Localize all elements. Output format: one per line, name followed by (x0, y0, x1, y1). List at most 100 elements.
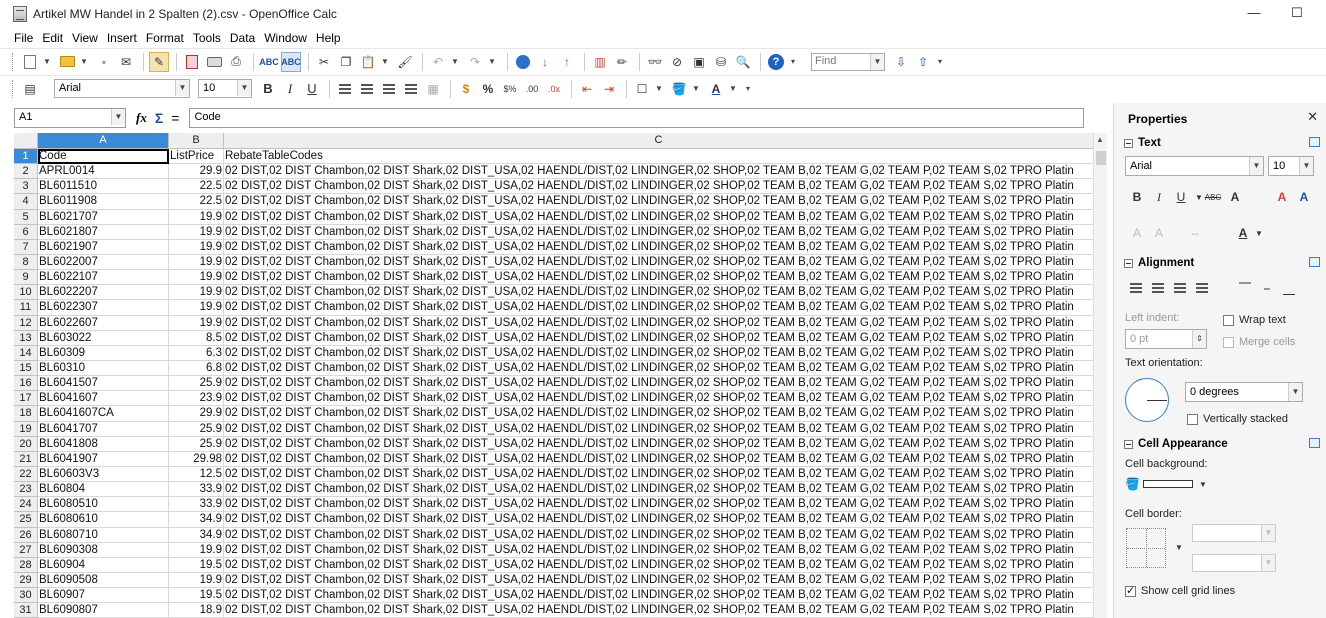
cell-rebate-codes[interactable]: 02 DIST,02 DIST Chambon,02 DIST Shark,02… (224, 254, 1094, 271)
scroll-up-icon[interactable]: ▲ (1096, 135, 1104, 144)
find-previous-button[interactable]: ⇧ (913, 52, 933, 72)
toolbar-grip[interactable] (12, 79, 15, 98)
decrease-indent-button[interactable]: ⇤ (577, 79, 597, 99)
select-all-corner[interactable] (14, 133, 38, 149)
cell-list-price[interactable]: 18.9 (169, 603, 224, 618)
sum-icon[interactable]: Σ (155, 110, 163, 126)
menu-window[interactable]: Window (264, 31, 307, 45)
styles-button[interactable]: ▤ (20, 79, 40, 99)
cell-code[interactable]: BL6021807 (38, 224, 169, 240)
row-header[interactable]: 7 (14, 239, 38, 255)
function-wizard-icon[interactable]: fx (136, 110, 147, 126)
cell-rebate-codes[interactable]: 02 DIST,02 DIST Chambon,02 DIST Shark,02… (224, 497, 1094, 513)
cell-a1[interactable]: Code (38, 149, 169, 165)
copy-button[interactable]: ❐ (336, 52, 356, 72)
cut-button[interactable]: ✂ (314, 52, 334, 72)
cell-list-price[interactable]: 34.9 (169, 527, 224, 543)
column-header-b[interactable]: B (169, 133, 224, 149)
text-section-header[interactable]: Text (1124, 135, 1320, 151)
cell-b1[interactable]: ListPrice (169, 149, 224, 165)
row-header[interactable]: 19 (14, 421, 38, 437)
cell-rebate-codes[interactable]: 02 DIST,02 DIST Chambon,02 DIST Shark,02… (224, 406, 1094, 422)
row-header[interactable]: 25 (14, 512, 38, 528)
cell-rebate-codes[interactable]: 02 DIST,02 DIST Chambon,02 DIST Shark,02… (224, 466, 1094, 483)
cell-list-price[interactable]: 19.9 (169, 224, 224, 240)
print-button[interactable] (204, 52, 224, 72)
cell-code[interactable]: APRL0014 (38, 164, 169, 180)
cell-appearance-section-header[interactable]: Cell Appearance (1124, 436, 1320, 452)
spin-arrows-icon[interactable]: ⇕ (1192, 330, 1206, 348)
menu-view[interactable]: View (72, 31, 98, 45)
cell-list-price[interactable]: 19.9 (169, 300, 224, 316)
background-color-button[interactable]: 🪣 (669, 79, 689, 99)
align-right-button[interactable] (379, 79, 399, 99)
shadow-button[interactable]: A (1224, 187, 1246, 207)
cell-rebate-codes[interactable]: 02 DIST,02 DIST Chambon,02 DIST Shark,02… (224, 164, 1094, 180)
orientation-dropdown-icon[interactable]: ▼ (1288, 383, 1302, 401)
row-header[interactable]: 20 (14, 436, 38, 452)
cell-code[interactable]: BL60907 (38, 588, 169, 604)
column-header-a[interactable]: A (38, 133, 169, 149)
align-center-button[interactable] (357, 79, 377, 99)
cell-code[interactable]: BL6022307 (38, 300, 169, 316)
vertical-scrollbar[interactable]: ▲ (1093, 133, 1107, 618)
character-spacing-button[interactable]: ⇔ (1184, 223, 1206, 243)
data-sources-button[interactable]: ⛁ (711, 52, 731, 72)
spellcheck-button[interactable]: ABC (259, 52, 279, 72)
wrap-text-checkbox[interactable] (1223, 315, 1234, 326)
menu-insert[interactable]: Insert (107, 31, 137, 45)
cell-list-price[interactable]: 33.9 (169, 482, 224, 498)
cell-rebate-codes[interactable]: 02 DIST,02 DIST Chambon,02 DIST Shark,02… (224, 557, 1094, 573)
navigator-button[interactable]: ⊘ (667, 52, 687, 72)
show-draw-functions-button[interactable]: ✏ (612, 52, 632, 72)
cell-code[interactable]: BL6041907 (38, 451, 169, 467)
menu-format[interactable]: Format (146, 31, 184, 45)
find-dropdown-icon[interactable]: ▼ (870, 53, 884, 70)
cell-code[interactable]: BL60603V3 (38, 466, 169, 483)
cell-rebate-codes[interactable]: 02 DIST,02 DIST Chambon,02 DIST Shark,02… (224, 572, 1094, 589)
cell-rebate-codes[interactable]: 02 DIST,02 DIST Chambon,02 DIST Shark,02… (224, 330, 1094, 346)
subscript-button[interactable]: A (1148, 223, 1170, 243)
sidebar-justify-button[interactable] (1191, 278, 1213, 298)
export-pdf-button[interactable] (182, 52, 202, 72)
cell-rebate-codes[interactable]: 02 DIST,02 DIST Chambon,02 DIST Shark,02… (224, 376, 1094, 392)
decrease-font-button[interactable]: A (1293, 187, 1315, 207)
row-header[interactable]: 9 (14, 270, 38, 286)
row-header[interactable]: 26 (14, 527, 38, 543)
font-size-dropdown-icon[interactable]: ▼ (1299, 157, 1313, 175)
new-dropdown-icon[interactable]: ▼ (42, 52, 52, 72)
cell-list-price[interactable]: 22.5 (169, 194, 224, 210)
toolbar-grip[interactable] (12, 52, 15, 71)
row-header[interactable]: 29 (14, 572, 38, 589)
italic-button[interactable]: I (280, 79, 300, 99)
menu-file[interactable]: File (14, 31, 33, 45)
percent-format-button[interactable]: % (478, 79, 498, 99)
merge-cells-checkbox[interactable] (1223, 337, 1234, 348)
font-name-dropdown-icon[interactable]: ▼ (1249, 157, 1263, 175)
format-toolbar-options-icon[interactable]: ▾ (743, 79, 753, 99)
autospellcheck-button[interactable]: ABC (281, 51, 301, 72)
hyperlink-button[interactable] (513, 52, 533, 72)
orientation-combo[interactable]: 0 degrees ▼ (1185, 382, 1303, 402)
show-grid-lines-checkbox[interactable] (1125, 584, 1136, 597)
row-header[interactable]: 15 (14, 360, 38, 377)
redo-button[interactable]: ↷ (465, 52, 485, 72)
row-header[interactable]: 17 (14, 391, 38, 407)
cell-code[interactable]: BL6080510 (38, 497, 169, 513)
cell-code[interactable]: BL6041607CA (38, 406, 169, 422)
cell-code[interactable]: BL6090807 (38, 603, 169, 618)
cell-rebate-codes[interactable]: 02 DIST,02 DIST Chambon,02 DIST Shark,02… (224, 239, 1094, 255)
cell-code[interactable]: BL603022 (38, 330, 169, 346)
cell-list-price[interactable]: 25.9 (169, 436, 224, 452)
email-button[interactable]: ✉ (116, 52, 136, 72)
cell-list-price[interactable]: 19.9 (169, 285, 224, 301)
row-header[interactable]: 13 (14, 330, 38, 346)
new-document-button[interactable] (20, 52, 40, 72)
cell-code[interactable]: BL60310 (38, 360, 169, 377)
cell-rebate-codes[interactable]: 02 DIST,02 DIST Chambon,02 DIST Shark,02… (224, 436, 1094, 452)
row-header[interactable]: 10 (14, 285, 38, 301)
undo-button[interactable]: ↶ (428, 52, 448, 72)
cell-list-price[interactable]: 19.9 (169, 315, 224, 331)
background-color-dropdown-icon[interactable]: ▼ (691, 79, 701, 99)
row-header[interactable]: 14 (14, 345, 38, 361)
